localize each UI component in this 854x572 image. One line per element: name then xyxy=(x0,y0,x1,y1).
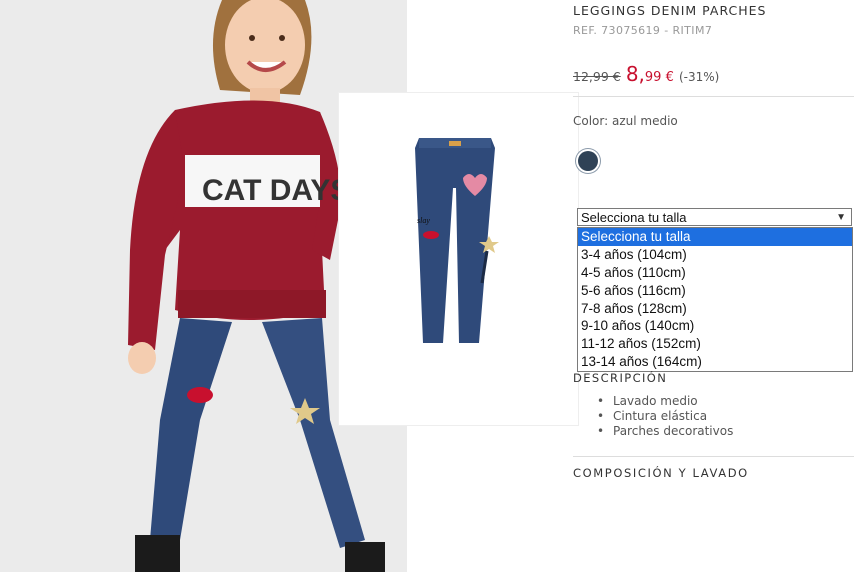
description-heading[interactable]: DESCRIPCIÓN xyxy=(573,371,667,385)
size-option[interactable]: Selecciona tu talla xyxy=(578,228,852,246)
color-swatch-azul-medio[interactable] xyxy=(578,151,598,171)
color-label: Color: azul medio xyxy=(573,114,678,128)
size-option[interactable]: 13-14 años (164cm) xyxy=(578,353,852,371)
divider xyxy=(573,96,854,97)
size-option[interactable]: 11-12 años (152cm) xyxy=(578,335,852,353)
size-option[interactable]: 7-8 años (128cm) xyxy=(578,300,852,318)
price-new-integer: 8, xyxy=(625,62,645,86)
size-option[interactable]: 3-4 años (104cm) xyxy=(578,246,852,264)
price-old: 12,99 € xyxy=(573,69,621,84)
divider xyxy=(573,456,854,457)
size-dropdown-list[interactable]: Selecciona tu talla 3-4 años (104cm) 4-5… xyxy=(577,227,853,372)
product-title: LEGGINGS DENIM PARCHES xyxy=(573,3,767,18)
composition-heading[interactable]: COMPOSICIÓN Y LAVADO xyxy=(573,466,749,480)
size-select[interactable]: Selecciona tu talla ▼ xyxy=(577,208,852,226)
product-ref: REF. 73075619 - RITIM7 xyxy=(573,24,713,37)
price-discount: (-31%) xyxy=(678,70,720,84)
size-select-value: Selecciona tu talla xyxy=(581,210,687,225)
price-new-decimals: 99 € xyxy=(644,70,674,85)
product-photo-zoom[interactable]: slay xyxy=(339,93,578,425)
size-option[interactable]: 5-6 años (116cm) xyxy=(578,282,852,300)
size-option[interactable]: 9-10 años (140cm) xyxy=(578,317,852,335)
description-item: Parches decorativos xyxy=(597,424,733,439)
description-item: Lavado medio xyxy=(597,394,733,409)
price-row: 12,99 € 8,99 € (-31%) xyxy=(573,62,719,86)
size-option[interactable]: 4-5 años (110cm) xyxy=(578,264,852,282)
sweater-print: CAT DAYS xyxy=(202,174,350,207)
patch-text: slay xyxy=(417,216,430,225)
description-item: Cintura elástica xyxy=(597,409,733,424)
leggings-flat-illustration: slay xyxy=(339,93,578,425)
chevron-down-icon: ▼ xyxy=(836,212,846,223)
description-list: Lavado medio Cintura elástica Parches de… xyxy=(597,394,733,439)
